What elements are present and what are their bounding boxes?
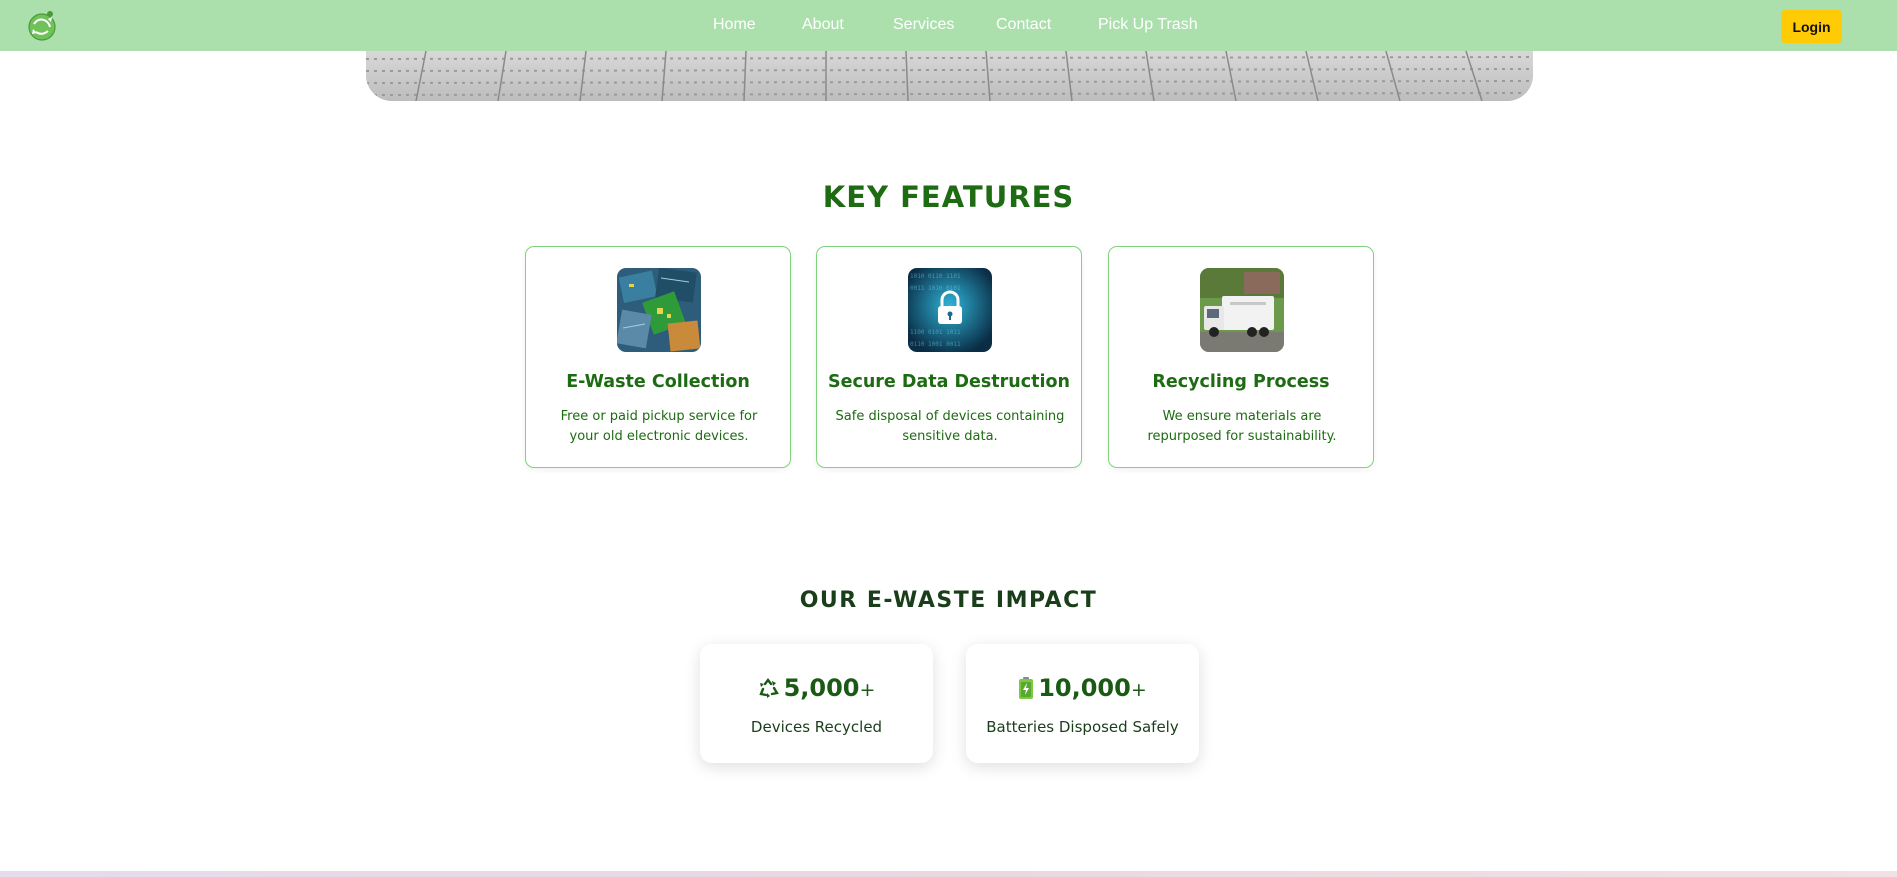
hero-image (366, 51, 1533, 101)
feature-description: Free or paid pickup service for your old… (560, 409, 758, 444)
impact-label: Devices Recycled (750, 718, 883, 736)
nav-link-about[interactable]: About (802, 16, 844, 34)
navbar: Home About Services Contact Pick Up Tras… (0, 0, 1897, 51)
impact-label: Batteries Disposed Safely (986, 718, 1179, 736)
impact-suffix: + (1130, 679, 1147, 701)
impact-card-devices-recycled: 5,000+ Devices Recycled (700, 644, 933, 763)
nav-link-contact[interactable]: Contact (996, 16, 1051, 34)
feature-title: E-Waste Collection (566, 372, 750, 392)
digital-lock-image: 1010 0110 1101 0011 1010 0101 1100 0101 … (908, 268, 992, 352)
impact-value: 10,000 (1038, 674, 1131, 702)
impact-title: OUR E-WASTE IMPACT (799, 588, 1098, 613)
feature-card-secure-data-destruction: 1010 0110 1101 0011 1010 0101 1100 0101 … (816, 246, 1082, 468)
battery-icon (1018, 677, 1034, 705)
recycling-truck-image (1200, 268, 1284, 352)
footer-edge (0, 871, 1897, 877)
nav-link-services[interactable]: Services (893, 16, 954, 34)
nav-links: Home About Services Contact Pick Up Tras… (0, 0, 1897, 51)
nav-link-pick-up-trash[interactable]: Pick Up Trash (1098, 16, 1198, 34)
svg-text:1100 0101 1011: 1100 0101 1011 (910, 329, 961, 336)
impact-number: 10,000+ (966, 674, 1199, 705)
feature-title: Secure Data Destruction (828, 372, 1070, 392)
svg-text:0011 1010 0101: 0011 1010 0101 (910, 285, 961, 292)
impact-number: 5,000+ (700, 674, 933, 705)
feature-description: Safe disposal of devices containing sens… (835, 409, 1065, 444)
recycle-icon (758, 677, 780, 705)
feature-card-ewaste-collection: E-Waste Collection Free or paid pickup s… (525, 246, 791, 468)
svg-text:1010 0110 1101: 1010 0110 1101 (910, 273, 961, 280)
feature-title: Recycling Process (1152, 372, 1330, 392)
circuit-boards-image (617, 268, 701, 352)
feature-description: We ensure materials are repurposed for s… (1147, 409, 1337, 444)
impact-value: 5,000 (783, 674, 860, 702)
svg-text:0110 1001 0011: 0110 1001 0011 (910, 341, 961, 348)
impact-card-batteries-disposed: 10,000+ Batteries Disposed Safely (966, 644, 1199, 763)
feature-card-recycling-process: Recycling Process We ensure materials ar… (1108, 246, 1374, 468)
impact-suffix: + (859, 679, 876, 701)
key-features-title: KEY FEATURES (822, 180, 1075, 214)
nav-link-home[interactable]: Home (713, 16, 756, 34)
login-button[interactable]: Login (1781, 10, 1842, 43)
